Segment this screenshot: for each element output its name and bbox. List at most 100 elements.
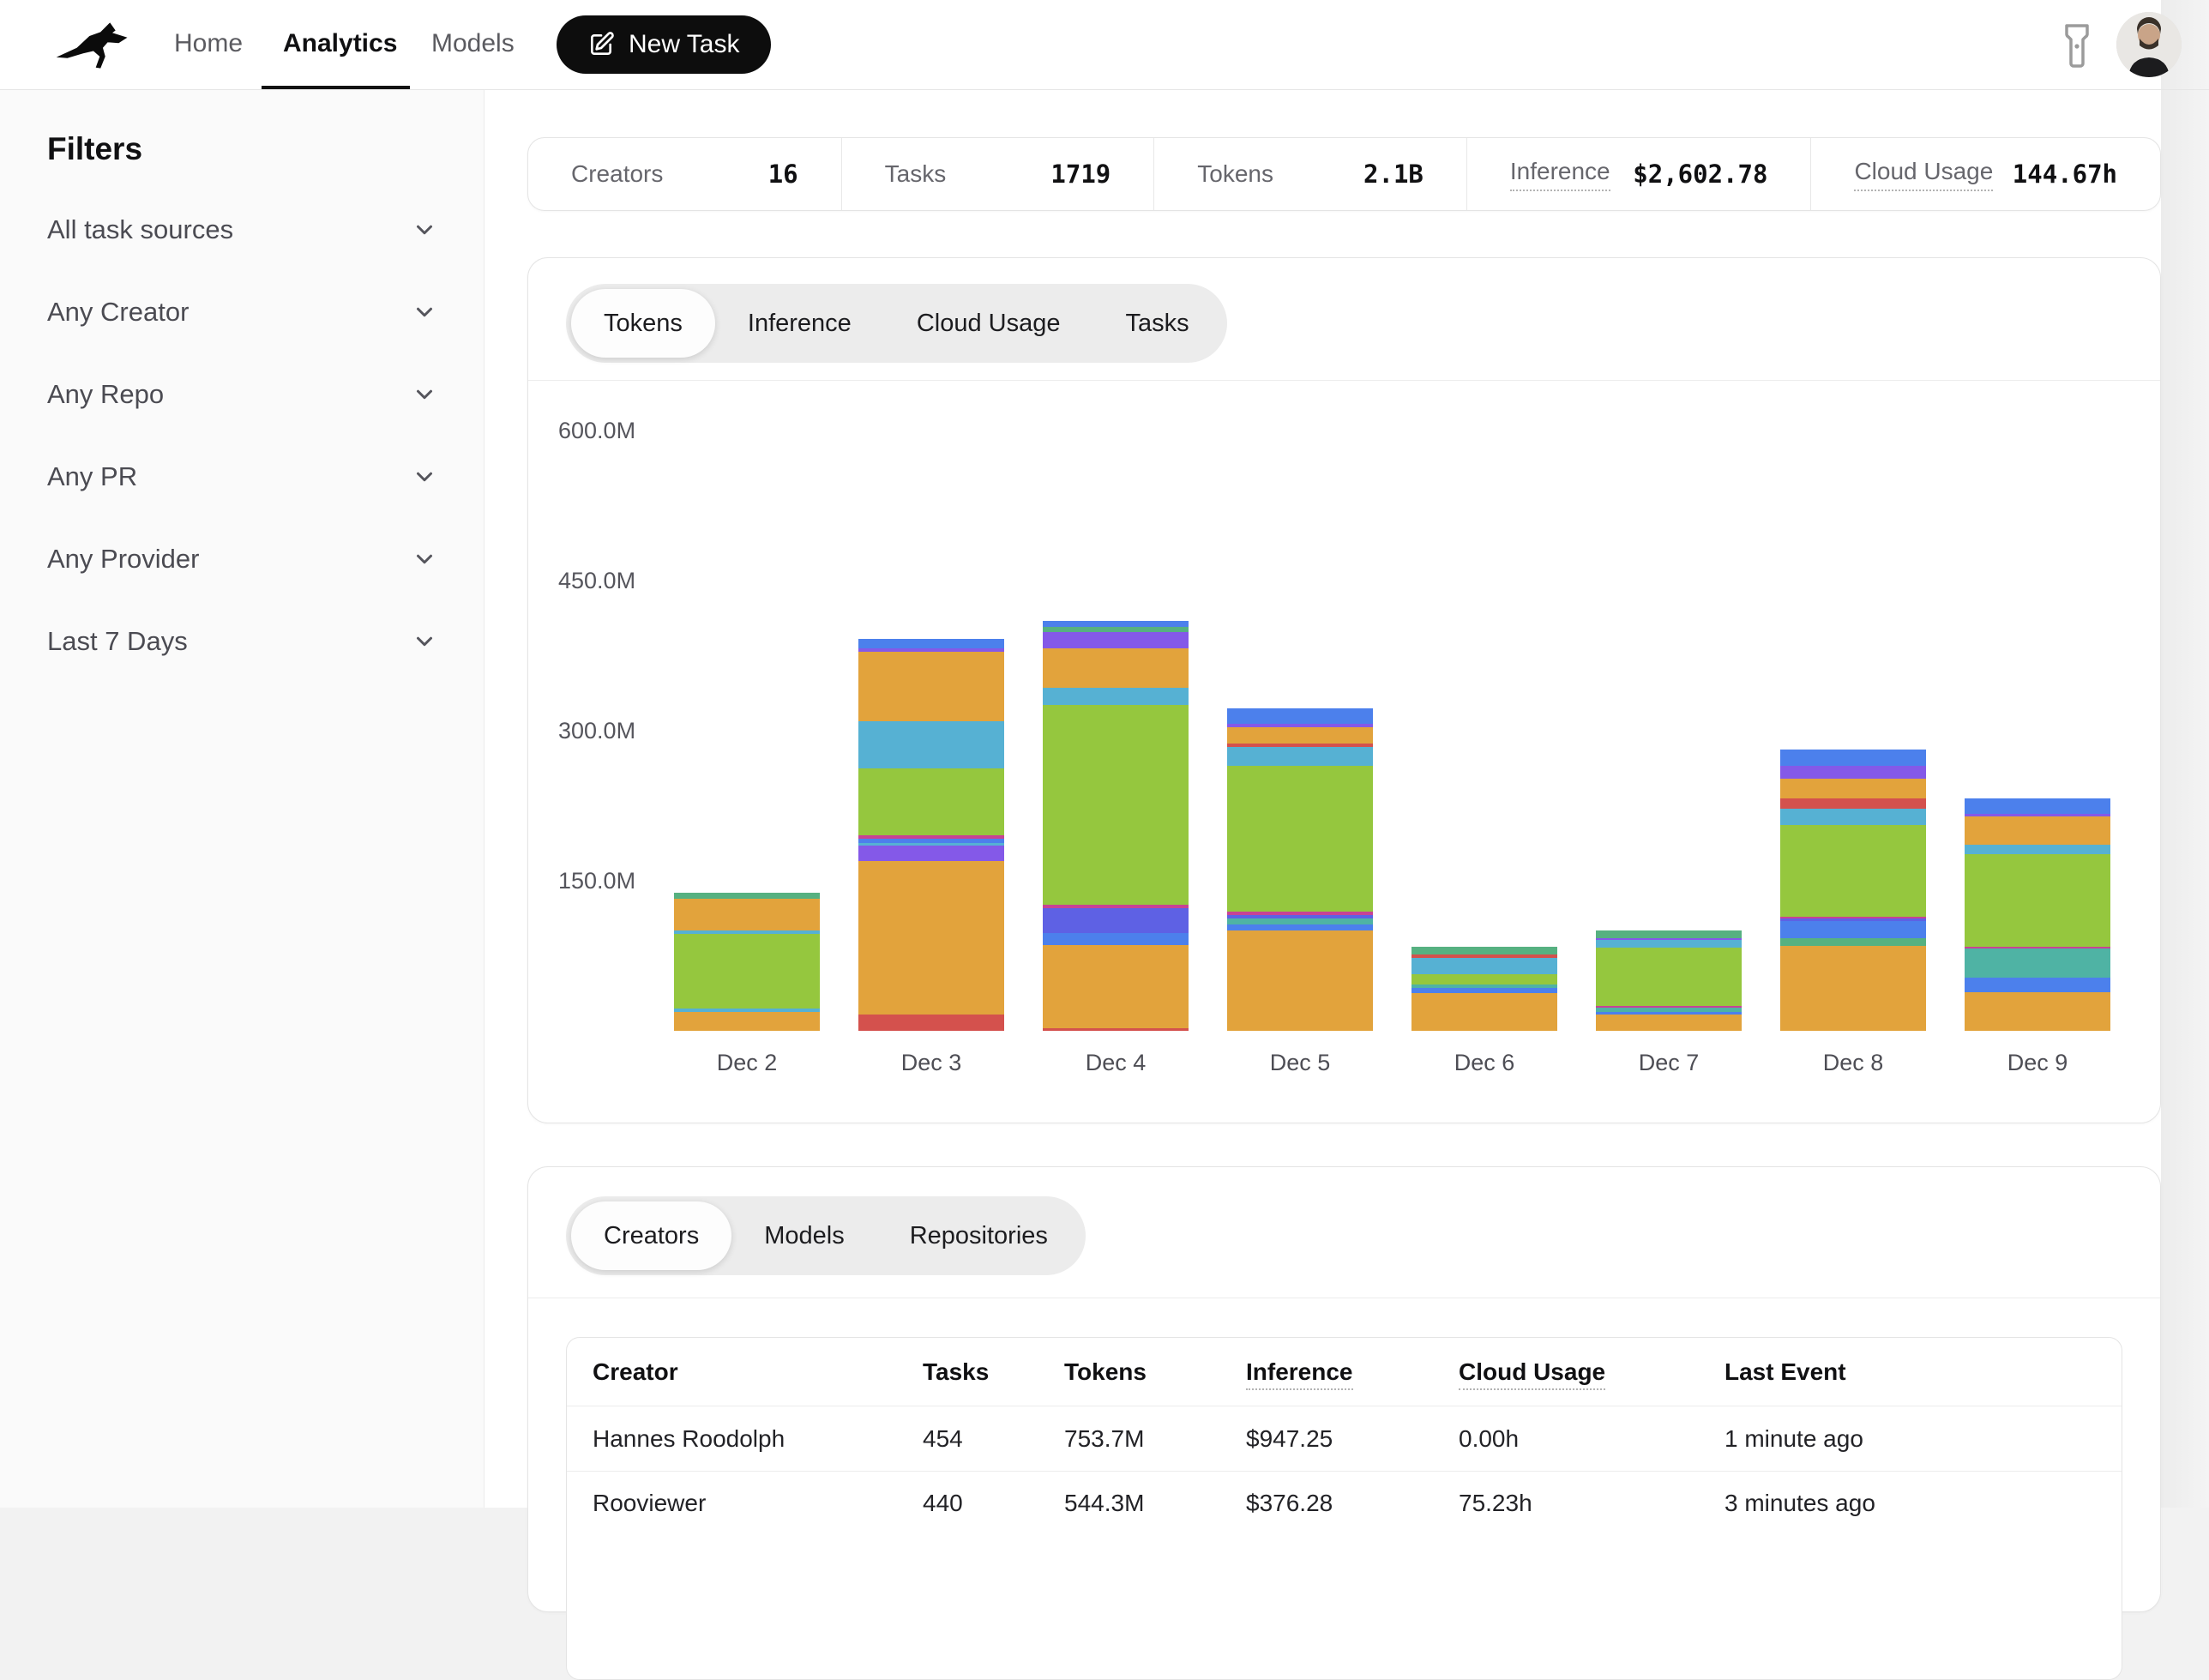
- bar-segment-skyblue: [1596, 940, 1742, 948]
- bar-segment-orange: [1043, 945, 1189, 1028]
- bar-segment-skyblue: [1227, 747, 1373, 766]
- nav-home[interactable]: Home: [174, 29, 243, 58]
- bar-dec-4[interactable]: Dec 4: [1043, 621, 1189, 1031]
- bar-segment-blue: [1965, 798, 2110, 814]
- cell-last-event: 3 minutes ago: [1724, 1490, 2122, 1517]
- bar-segment-purple: [858, 846, 1004, 861]
- table-row[interactable]: Rooviewer 440 544.3M $376.28 75.23h 3 mi…: [567, 1471, 2122, 1535]
- x-axis-label: Dec 7: [1596, 1050, 1742, 1076]
- table-tabs-row: Creators Models Repositories: [528, 1167, 2160, 1298]
- bar-segment-purple: [1780, 766, 1926, 779]
- tab-creators[interactable]: Creators: [571, 1201, 731, 1270]
- stat-inference: Inference $2,602.78: [1466, 138, 1811, 210]
- bar-segment-orange: [674, 899, 820, 930]
- right-gutter: [2161, 0, 2209, 1508]
- x-axis-label: Dec 8: [1780, 1050, 1926, 1076]
- bar-segment-orange: [1227, 930, 1373, 1031]
- bar-stack: [1780, 750, 1926, 1031]
- bar-segment-blue: [1780, 750, 1926, 766]
- bar-segment-green: [1227, 766, 1373, 912]
- bar-dec-2[interactable]: Dec 2: [674, 893, 820, 1031]
- cell-inference: $947.25: [1246, 1425, 1459, 1453]
- filter-repo[interactable]: Any Repo: [47, 372, 437, 417]
- bar-segment-seagreen: [1596, 930, 1742, 937]
- bar-dec-8[interactable]: Dec 8: [1780, 750, 1926, 1031]
- tab-repositories[interactable]: Repositories: [877, 1201, 1080, 1270]
- bar-dec-9[interactable]: Dec 9: [1965, 798, 2110, 1031]
- cell-tokens: 544.3M: [1064, 1490, 1246, 1517]
- stat-tasks: Tasks 1719: [841, 138, 1154, 210]
- col-last-event: Last Event: [1724, 1358, 2122, 1386]
- bar-stack: [674, 893, 820, 1031]
- bar-stack: [1043, 621, 1189, 1031]
- cell-creator: Rooviewer: [567, 1490, 923, 1517]
- cell-cloud-usage: 0.00h: [1459, 1425, 1724, 1453]
- filter-provider[interactable]: Any Provider: [47, 537, 437, 581]
- x-axis-label: Dec 9: [1965, 1050, 2110, 1076]
- y-axis-tick: 150.0M: [558, 868, 635, 894]
- col-tasks: Tasks: [923, 1358, 1064, 1386]
- new-task-button[interactable]: New Task: [557, 15, 771, 74]
- cell-tokens: 753.7M: [1064, 1425, 1246, 1453]
- cell-cloud-usage: 75.23h: [1459, 1490, 1724, 1517]
- chevron-down-icon: [412, 217, 437, 243]
- edit-icon: [587, 31, 615, 58]
- cell-inference: $376.28: [1246, 1490, 1459, 1517]
- filter-creator[interactable]: Any Creator: [47, 290, 437, 334]
- filter-pr[interactable]: Any PR: [47, 455, 437, 499]
- bar-dec-7[interactable]: Dec 7: [1596, 930, 1742, 1031]
- x-axis-label: Dec 5: [1227, 1050, 1373, 1076]
- chevron-down-icon: [412, 629, 437, 654]
- nav-analytics[interactable]: Analytics: [283, 29, 397, 58]
- filter-date-range[interactable]: Last 7 Days: [47, 619, 437, 664]
- bar-segment-seagreen: [1780, 938, 1926, 946]
- bar-segment-purple: [1043, 632, 1189, 649]
- filters-title: Filters: [47, 131, 142, 167]
- bar-segment-skyblue: [1411, 958, 1557, 974]
- bar-dec-3[interactable]: Dec 3: [858, 639, 1004, 1031]
- table-row[interactable]: Hannes Roodolph 454 753.7M $947.25 0.00h…: [567, 1406, 2122, 1471]
- bar-segment-red: [858, 1015, 1004, 1031]
- x-axis-label: Dec 3: [858, 1050, 1004, 1076]
- creators-table: Creator Tasks Tokens Inference Cloud Usa…: [566, 1337, 2122, 1680]
- chevron-down-icon: [412, 464, 437, 490]
- tab-models[interactable]: Models: [731, 1201, 877, 1270]
- bar-segment-green: [1411, 974, 1557, 985]
- bar-segment-blue: [1043, 621, 1189, 627]
- stat-cloud-usage: Cloud Usage 144.67h: [1810, 138, 2160, 210]
- bar-segment-green: [1780, 825, 1926, 917]
- bar-segment-blue: [1780, 921, 1926, 938]
- bar-segment-blue: [858, 639, 1004, 649]
- table-tabs: Creators Models Repositories: [566, 1196, 1086, 1275]
- tokens-bar-chart: 150.0M300.0M450.0M600.0M Dec 2Dec 3Dec 4…: [528, 381, 2160, 1123]
- nav-models[interactable]: Models: [431, 29, 515, 58]
- chevron-down-icon: [412, 382, 437, 407]
- flashlight-icon[interactable]: [2060, 22, 2094, 69]
- bar-segment-orange: [1043, 648, 1189, 688]
- stat-tokens: Tokens 2.1B: [1153, 138, 1466, 210]
- tab-inference[interactable]: Inference: [715, 289, 884, 358]
- bar-segment-skyblue: [858, 721, 1004, 768]
- bar-segment-teal: [1965, 948, 2110, 978]
- x-axis-label: Dec 6: [1411, 1050, 1557, 1076]
- kangaroo-logo[interactable]: [53, 21, 132, 70]
- bar-segment-red: [1780, 798, 1926, 809]
- filter-task-sources[interactable]: All task sources: [47, 208, 437, 252]
- bar-segment-green: [1043, 705, 1189, 905]
- user-avatar[interactable]: [2116, 12, 2182, 77]
- chevron-down-icon: [412, 546, 437, 572]
- bar-segment-skyblue: [1780, 809, 1926, 825]
- bar-dec-6[interactable]: Dec 6: [1411, 947, 1557, 1031]
- bar-stack: [858, 639, 1004, 1031]
- bar-segment-seagreen: [1411, 947, 1557, 954]
- chart-tabs-row: Tokens Inference Cloud Usage Tasks: [528, 258, 2160, 381]
- tab-cloud-usage[interactable]: Cloud Usage: [884, 289, 1093, 358]
- cell-creator: Hannes Roodolph: [567, 1425, 923, 1453]
- bar-segment-orange: [1965, 992, 2110, 1032]
- bar-segment-blue: [1965, 978, 2110, 991]
- y-axis-tick: 300.0M: [558, 718, 635, 744]
- tab-tokens[interactable]: Tokens: [571, 289, 715, 358]
- tab-tasks[interactable]: Tasks: [1092, 289, 1221, 358]
- bar-dec-5[interactable]: Dec 5: [1227, 708, 1373, 1031]
- bar-stack: [1227, 708, 1373, 1031]
